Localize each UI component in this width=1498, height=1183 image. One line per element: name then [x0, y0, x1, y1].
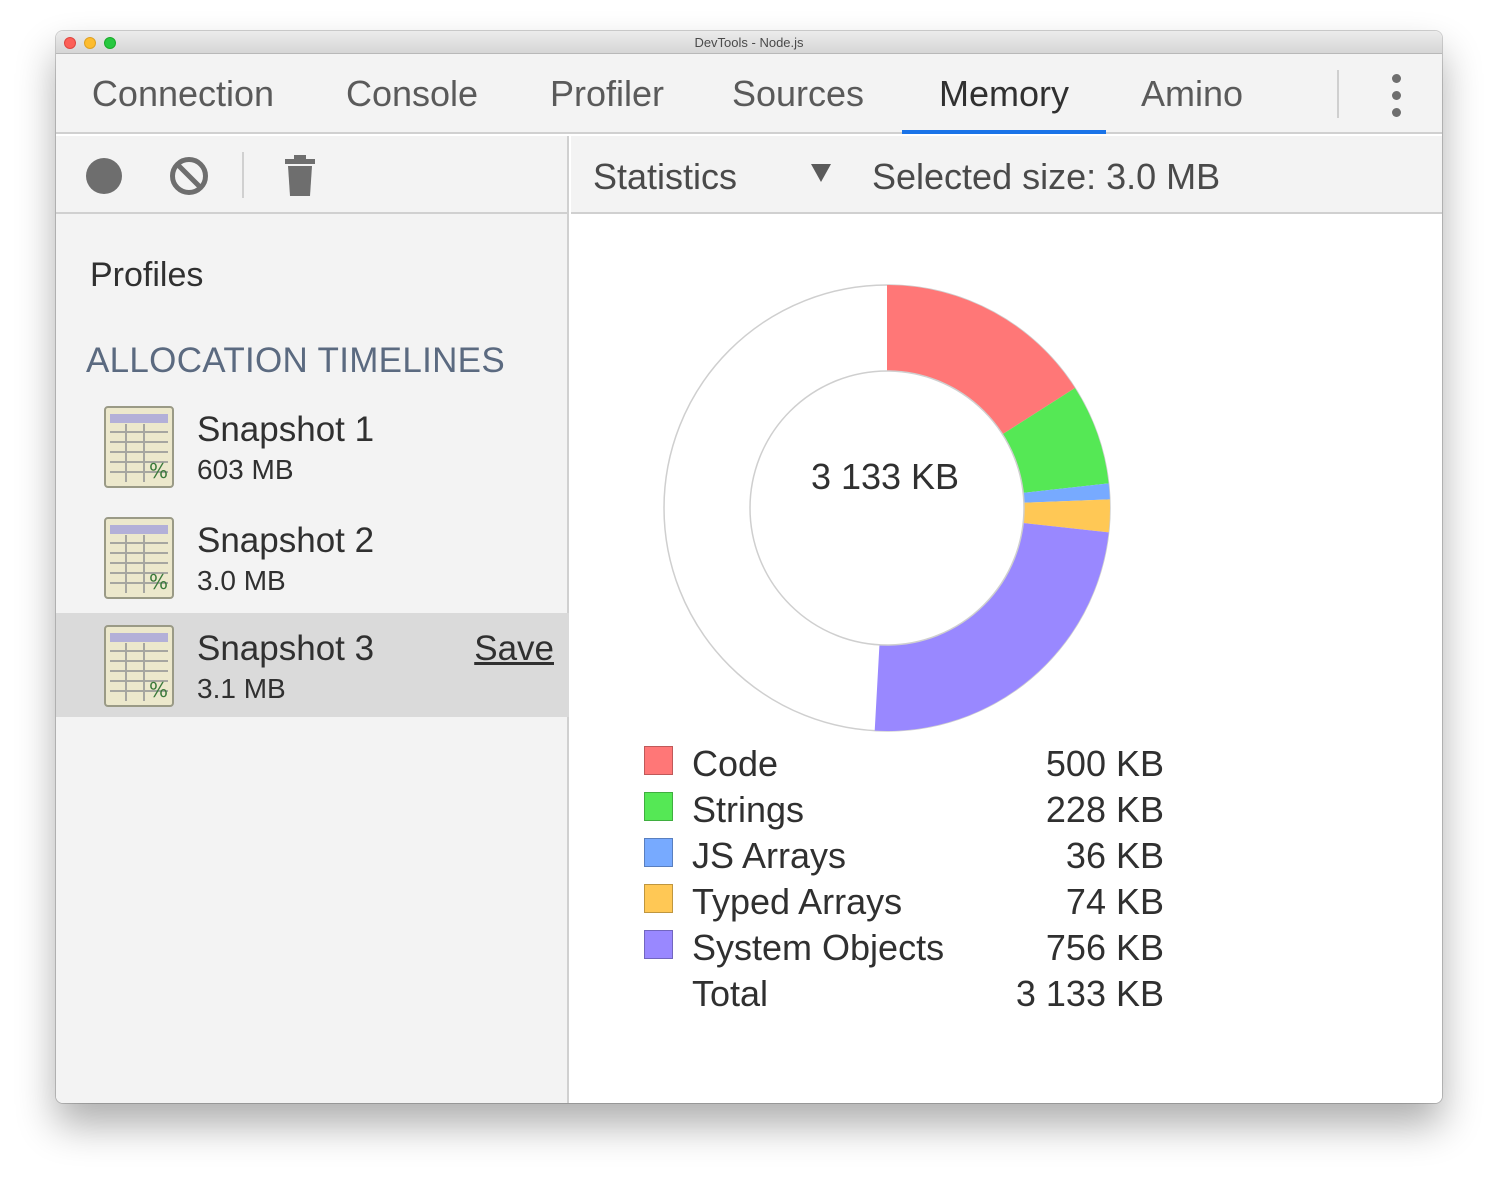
legend-name: System Objects	[692, 927, 945, 968]
view-select-value: Statistics	[593, 156, 738, 197]
tab-sources[interactable]: Sources	[724, 54, 872, 134]
legend-name: Strings	[692, 789, 805, 830]
tab-memory[interactable]: Memory	[922, 54, 1086, 134]
legend-value: 36 KB	[1065, 835, 1164, 876]
trash-icon[interactable]	[282, 154, 318, 198]
chart-legend: Code 500 KB Strings 228 KB JS Arrays 36 KB Typ…	[644, 743, 1164, 1019]
kebab-menu-icon[interactable]	[1378, 74, 1414, 118]
legend-swatch	[644, 884, 673, 913]
snapshot-item-2[interactable]: % Snapshot 2 3.0 MB	[56, 509, 569, 613]
svg-text:%: %	[149, 570, 168, 594]
selected-size: Selected size: 3.0 MB	[872, 156, 1220, 198]
donut-hole	[749, 370, 1025, 646]
legend-row-strings: Strings 228 KB	[644, 789, 1164, 835]
legend-swatch	[644, 746, 673, 775]
legend-row-total: Total 3 133 KB	[644, 973, 1164, 1019]
donut-center-total: 3 133 KB	[810, 456, 960, 497]
snapshot-size: 603 MB	[197, 454, 294, 485]
tab-amino[interactable]: Amino	[1132, 54, 1252, 134]
tabbar-divider	[1337, 70, 1339, 118]
save-snapshot-link[interactable]: Save	[474, 629, 554, 669]
legend-name: Typed Arrays	[692, 881, 903, 922]
tab-profiler[interactable]: Profiler	[540, 54, 674, 134]
legend-swatch	[644, 838, 673, 867]
legend-row-code: Code 500 KB	[644, 743, 1164, 789]
title-bar: DevTools - Node.js	[56, 31, 1442, 54]
legend-value: 74 KB	[1065, 881, 1164, 922]
devtools-window: DevTools - Node.js Connection Console Pr…	[56, 31, 1442, 1103]
svg-text:%: %	[149, 678, 168, 702]
legend-value: 500 KB	[1045, 743, 1164, 784]
snapshot-title: Snapshot 1	[197, 410, 375, 449]
panel-tabbar: Connection Console Profiler Sources Memo…	[56, 54, 1442, 134]
clear-icon[interactable]	[169, 156, 209, 196]
profiles-toolbar	[56, 136, 567, 214]
heap-snapshot-icon: %	[104, 625, 174, 707]
heap-snapshot-icon: %	[104, 406, 174, 488]
window-title: DevTools - Node.js	[694, 35, 804, 50]
legend-value: 756 KB	[1045, 927, 1164, 968]
legend-row-typed-arrays: Typed Arrays 74 KB	[644, 881, 1164, 927]
legend-row-js-arrays: JS Arrays 36 KB	[644, 835, 1164, 881]
legend-value: 228 KB	[1045, 789, 1164, 830]
legend-name: JS Arrays	[692, 835, 847, 876]
statistics-view: 3 133 KB Code 500 KB Strings 228 KB JS Array…	[571, 216, 1442, 1103]
profiles-sidebar: Profiles ALLOCATION TIMELINES % Snapshot…	[56, 136, 569, 1103]
snapshot-size: 3.1 MB	[197, 673, 286, 704]
svg-text:%: %	[149, 459, 168, 483]
legend-swatch	[644, 930, 673, 959]
tab-connection[interactable]: Connection	[78, 54, 288, 134]
snapshot-item-1[interactable]: % Snapshot 1 603 MB	[56, 398, 569, 502]
selected-size-label: Selected size:	[872, 156, 1097, 197]
active-tab-indicator	[902, 130, 1106, 134]
heap-snapshot-icon: %	[104, 517, 174, 599]
selected-size-value: 3.0 MB	[1106, 156, 1221, 197]
snapshot-item-3[interactable]: % Snapshot 3 3.1 MB Save	[56, 613, 569, 717]
view-select[interactable]: Statistics	[593, 136, 838, 214]
allocation-timelines-heading: ALLOCATION TIMELINES	[86, 341, 505, 380]
record-icon[interactable]	[86, 158, 122, 194]
legend-value: 3 133 KB	[1015, 973, 1164, 1014]
legend-name: Total	[692, 973, 769, 1014]
tab-console[interactable]: Console	[338, 54, 486, 134]
profiles-heading: Profiles	[90, 256, 204, 294]
legend-swatch	[644, 792, 673, 821]
toolbar-separator	[242, 152, 244, 198]
snapshot-size: 3.0 MB	[197, 565, 286, 596]
snapshot-title: Snapshot 2	[197, 521, 375, 560]
dropdown-arrow-icon	[811, 164, 831, 182]
snapshot-title: Snapshot 3	[197, 629, 375, 668]
view-toolbar: Statistics Selected size: 3.0 MB	[571, 136, 1442, 214]
legend-name: Code	[692, 743, 779, 784]
legend-row-system-objects: System Objects 756 KB	[644, 927, 1164, 973]
